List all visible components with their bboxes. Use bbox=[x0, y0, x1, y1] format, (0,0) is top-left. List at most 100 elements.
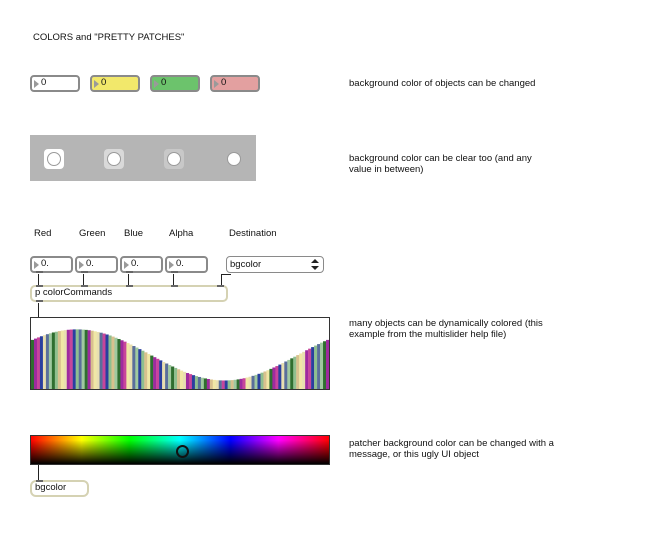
multislider-bar bbox=[254, 374, 258, 389]
multislider-bar bbox=[188, 374, 193, 389]
patch-cord bbox=[38, 303, 39, 318]
multislider-bar bbox=[227, 380, 231, 389]
multislider-bar bbox=[266, 370, 270, 389]
multislider-bar bbox=[129, 344, 133, 389]
multislider-bar bbox=[87, 330, 91, 389]
multislider-bar bbox=[317, 344, 321, 389]
multislider-bar bbox=[212, 379, 216, 389]
number-triangle-icon bbox=[214, 79, 219, 88]
patch-cord bbox=[83, 274, 84, 285]
destination-menu[interactable]: bgcolor bbox=[226, 256, 324, 273]
patch-cord bbox=[221, 274, 231, 275]
multislider-bars bbox=[31, 329, 329, 389]
number-value: 0 bbox=[101, 77, 107, 88]
multislider-bar bbox=[236, 379, 240, 389]
multislider-bar bbox=[215, 380, 219, 389]
multislider-bar bbox=[224, 380, 228, 389]
multislider-bar bbox=[296, 355, 300, 389]
outlet bbox=[81, 271, 88, 273]
multislider-bar bbox=[48, 333, 53, 389]
multislider-bar bbox=[54, 331, 59, 389]
multislider-bar bbox=[36, 337, 41, 389]
page-title: COLORS and "PRETTY PATCHES" bbox=[33, 32, 185, 43]
multislider-bar bbox=[120, 340, 124, 389]
object-label: p colorCommands bbox=[35, 287, 113, 298]
multislider-bar bbox=[93, 331, 97, 389]
toggle-semi-2[interactable] bbox=[164, 149, 184, 169]
multislider[interactable] bbox=[30, 317, 330, 390]
number-value: 0 bbox=[41, 77, 47, 88]
multislider-bar bbox=[194, 376, 199, 389]
number-value: 0. bbox=[176, 258, 184, 269]
toggle-opaque[interactable] bbox=[44, 149, 64, 169]
multislider-bar bbox=[233, 379, 237, 389]
patch-cord bbox=[38, 465, 39, 481]
outlet bbox=[171, 271, 178, 273]
number-green[interactable]: 0. bbox=[75, 256, 118, 273]
inlet bbox=[126, 285, 133, 287]
multislider-bar bbox=[174, 367, 178, 389]
number-blue[interactable]: 0. bbox=[120, 256, 163, 273]
colorswatch[interactable] bbox=[30, 435, 330, 465]
multislider-bar bbox=[248, 376, 252, 389]
comment-bg-objects: background color of objects can be chang… bbox=[349, 78, 536, 89]
multislider-bar bbox=[323, 341, 327, 389]
multislider-bar bbox=[257, 373, 261, 389]
multislider-bar bbox=[114, 337, 118, 389]
bgcolor-message[interactable]: bgcolor bbox=[30, 480, 89, 497]
multislider-bar bbox=[290, 358, 294, 389]
number-triangle-icon bbox=[169, 260, 174, 269]
updown-arrows-icon bbox=[311, 259, 319, 270]
multislider-bar bbox=[33, 338, 38, 389]
number-box-pink[interactable]: 0 bbox=[210, 75, 260, 92]
number-triangle-icon bbox=[34, 79, 39, 88]
multislider-bar bbox=[180, 370, 184, 389]
multislider-bar bbox=[156, 358, 160, 389]
multislider-bar bbox=[197, 376, 202, 389]
toggle-semi-1[interactable] bbox=[104, 149, 124, 169]
multislider-bar bbox=[132, 346, 136, 389]
number-box-green[interactable]: 0 bbox=[150, 75, 200, 92]
toggle-ring-icon bbox=[47, 152, 61, 166]
multislider-bar bbox=[269, 368, 273, 389]
multislider-bar bbox=[293, 356, 297, 389]
multislider-bar bbox=[69, 329, 73, 389]
outlet bbox=[126, 271, 133, 273]
multislider-bar bbox=[135, 347, 139, 389]
multislider-bar bbox=[260, 372, 264, 389]
comment-bg-clear: background color can be clear too (and a… bbox=[349, 153, 532, 175]
p-colorcommands-object[interactable]: p colorCommands bbox=[30, 285, 228, 302]
multislider-bar bbox=[191, 375, 196, 389]
number-triangle-icon bbox=[154, 79, 159, 88]
label-red: Red bbox=[34, 228, 52, 239]
multislider-bar bbox=[147, 353, 151, 389]
multislider-bar bbox=[302, 351, 306, 389]
multislider-bar bbox=[90, 330, 94, 389]
multislider-bar bbox=[108, 335, 112, 389]
multislider-bar bbox=[171, 366, 175, 389]
multislider-bar bbox=[96, 331, 100, 389]
multislider-bar bbox=[200, 377, 205, 389]
toggle-clear[interactable] bbox=[224, 149, 244, 169]
number-box-default[interactable]: 0 bbox=[30, 75, 80, 92]
multislider-bar bbox=[242, 378, 246, 389]
multislider-bar bbox=[305, 350, 309, 389]
number-red[interactable]: 0. bbox=[30, 256, 73, 273]
multislider-bar bbox=[314, 345, 318, 389]
multislider-bar bbox=[84, 329, 88, 389]
swatch-knob[interactable] bbox=[176, 445, 189, 458]
multislider-bar bbox=[203, 378, 208, 389]
inlet bbox=[171, 285, 178, 287]
number-alpha[interactable]: 0. bbox=[165, 256, 208, 273]
comment-dynamic: many objects can be dynamically colored … bbox=[349, 318, 543, 340]
multislider-bar bbox=[66, 329, 70, 389]
multislider-bar bbox=[72, 329, 76, 389]
multislider-bar bbox=[45, 334, 50, 389]
number-box-yellow[interactable]: 0 bbox=[90, 75, 140, 92]
multislider-bar bbox=[75, 329, 79, 389]
multislider-bar bbox=[311, 347, 315, 389]
multislider-bar bbox=[251, 375, 255, 389]
multislider-bar bbox=[182, 371, 187, 389]
multislider-bar bbox=[218, 380, 222, 389]
multislider-bar bbox=[230, 380, 234, 389]
